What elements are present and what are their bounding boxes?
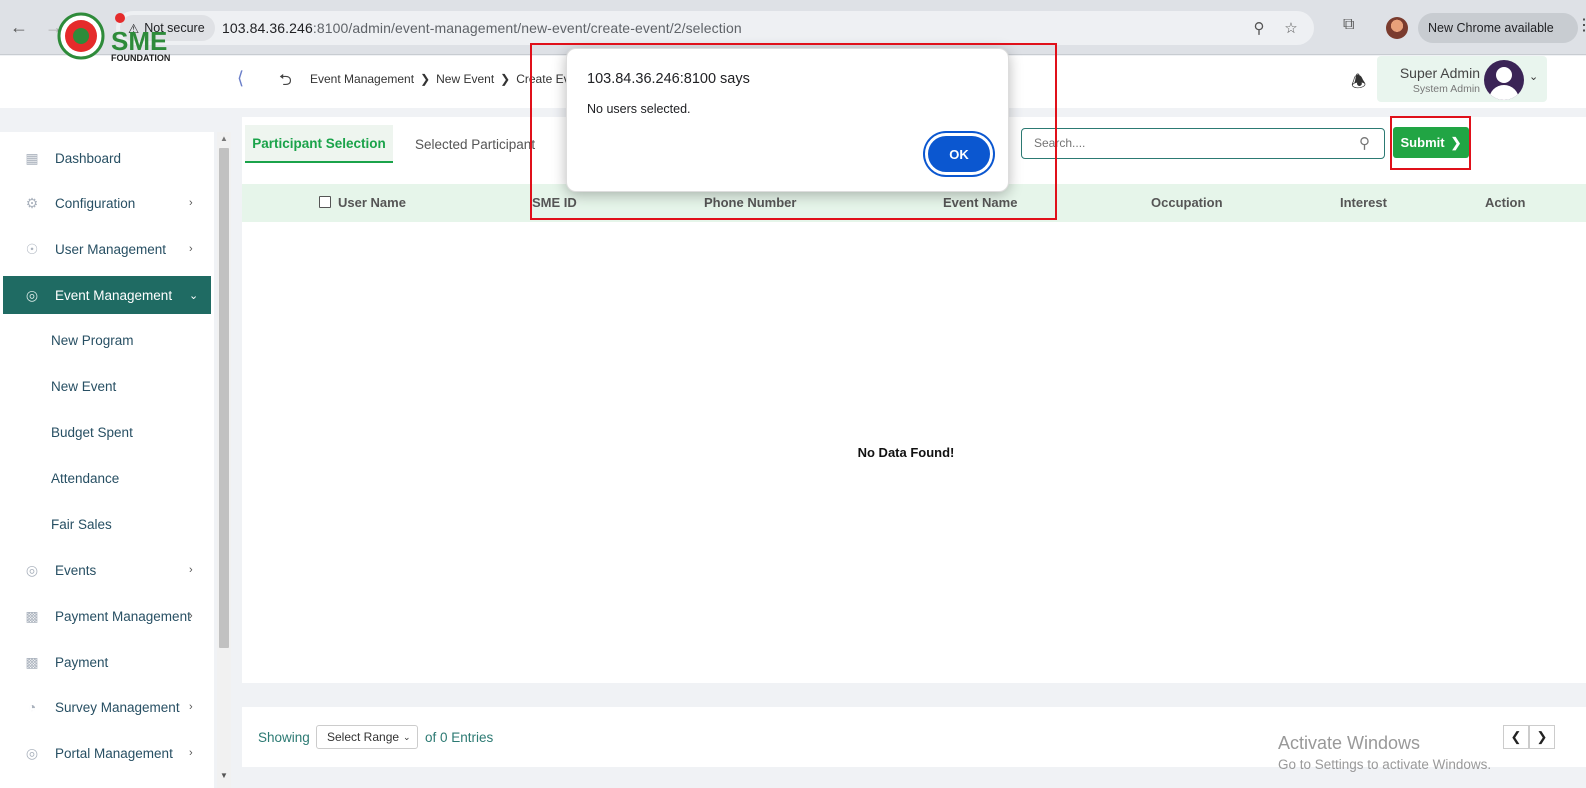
sidebar-scrollbar[interactable]: ▲ ▼ (217, 132, 231, 788)
back-icon[interactable]: ← (6, 14, 32, 40)
chevron-right-icon: › (189, 564, 193, 576)
chevron-left-icon: ❮ (1510, 729, 1522, 744)
sidebar-item-label: Payment (55, 654, 109, 670)
sidebar-item-label: Survey Management (55, 699, 180, 715)
sidebar-item-events[interactable]: ◎ Events › (3, 551, 211, 589)
chevron-right-icon: › (189, 243, 193, 255)
column-header-occupation[interactable]: Occupation (1151, 195, 1223, 210)
column-header-action[interactable]: Action (1485, 195, 1525, 210)
user-name: Super Admin (1399, 65, 1480, 81)
scroll-down-icon[interactable]: ▼ (220, 771, 228, 780)
address-bar[interactable]: ⚠ Not secure 103.84.36.246:8100/admin/ev… (116, 11, 1314, 45)
column-header-interest[interactable]: Interest (1340, 195, 1387, 210)
empty-state-message: No Data Found! (857, 445, 955, 460)
sidebar-subitem-new-event[interactable]: New Event (51, 379, 116, 394)
sidebar-item-configuration[interactable]: ⚙ Configuration › (3, 184, 211, 222)
chevron-right-icon: › (189, 197, 193, 209)
lock-circle-icon: ◎ (25, 561, 39, 578)
user-menu[interactable]: Super Admin System Admin ⌄ (1377, 56, 1547, 102)
search-input[interactable] (1032, 135, 1332, 151)
config-icon: ⚙ (25, 194, 39, 211)
column-header-user-name[interactable]: User Name (338, 195, 406, 210)
entries-count: of 0 Entries (425, 730, 494, 745)
sidebar-item-label: Dashboard (55, 150, 122, 166)
money-icon: ▩ (25, 607, 39, 624)
next-page-button[interactable]: ❯ (1529, 725, 1555, 749)
chevron-down-icon: ⌄ (403, 731, 411, 742)
grid-icon: ▦ (25, 149, 39, 166)
pie-icon: ◔ (27, 699, 37, 715)
menu-icon[interactable]: ⋮ (1576, 18, 1586, 34)
sidebar: ▦ Dashboard ⚙ Configuration › ☉ User Man… (0, 132, 214, 788)
bell-icon[interactable]: 🕭 (1351, 69, 1366, 98)
lock-circle-icon: ◎ (25, 286, 39, 303)
money-icon: ▩ (25, 653, 39, 670)
scroll-thumb[interactable] (219, 148, 229, 648)
sidebar-item-payment-management[interactable]: ▩ Payment Management › (3, 597, 211, 635)
sidebar-item-user-management[interactable]: ☉ User Management › (3, 230, 211, 268)
sidebar-subitem-fair-sales[interactable]: Fair Sales (51, 517, 112, 532)
url-path: :8100/admin/event-management/new-event/c… (312, 20, 742, 36)
sme-foundation-logo: SME FOUNDATION (57, 12, 170, 63)
logo-text: SME (111, 26, 167, 56)
sidebar-item-label: Events (55, 562, 97, 578)
avatar (1484, 60, 1524, 100)
sidebar-item-label: User Management (55, 241, 167, 257)
range-select-value: Select Range (327, 730, 400, 744)
extensions-icon[interactable]: ⧉ (1343, 16, 1354, 34)
sidebar-item-label: Event Management (55, 287, 173, 303)
chevron-right-icon: ❯ (500, 72, 511, 86)
breadcrumb-item[interactable]: New Event (436, 72, 494, 86)
undo-back-icon[interactable]: ⮌ (279, 69, 292, 96)
update-label: New Chrome available (1428, 21, 1554, 35)
previous-page-button[interactable]: ❮ (1503, 725, 1529, 749)
search-box[interactable]: ⚲ (1021, 128, 1385, 159)
url-host: 103.84.36.246 (222, 20, 313, 36)
sidebar-item-dashboard[interactable]: ▦ Dashboard (3, 139, 211, 177)
tab-participant-selection[interactable]: Participant Selection (245, 125, 393, 163)
lock-circle-icon: ◎ (25, 744, 39, 761)
scroll-up-icon[interactable]: ▲ (220, 134, 228, 143)
user-role: System Admin (1412, 83, 1480, 95)
logo-subtext: FOUNDATION (111, 53, 170, 63)
annotation-highlight-submit (1390, 116, 1471, 170)
collapse-sidebar-icon[interactable]: ⟨ (237, 68, 244, 89)
sidebar-item-label: Payment Management (55, 608, 191, 624)
chevron-right-icon: ❯ (420, 72, 431, 86)
user-shield-icon: ☉ (25, 240, 39, 257)
search-icon[interactable]: ⚲ (1359, 134, 1370, 152)
url-text[interactable]: 103.84.36.246:8100/admin/event-managemen… (222, 20, 742, 36)
sidebar-subitem-new-program[interactable]: New Program (51, 333, 134, 348)
sidebar-item-event-management[interactable]: ◎ Event Management ⌄ (3, 276, 211, 314)
sidebar-item-survey-management[interactable]: ◔ Survey Management › (3, 688, 211, 726)
chevron-right-icon: › (189, 701, 193, 713)
windows-activation-subtitle: Go to Settings to activate Windows. (1278, 757, 1492, 772)
sidebar-item-portal-management[interactable]: ◎ Portal Management › (3, 734, 211, 772)
chevron-down-icon: ⌄ (189, 289, 199, 302)
range-select[interactable]: Select Range ⌄ (316, 725, 418, 749)
chevron-down-icon: ⌄ (1529, 71, 1539, 83)
chevron-right-icon: › (189, 747, 193, 759)
sidebar-subitem-attendance[interactable]: Attendance (51, 471, 119, 486)
showing-label: Showing (258, 730, 310, 745)
star-icon[interactable]: ☆ (1282, 19, 1300, 37)
tab-selected-participant[interactable]: Selected Participant (415, 125, 535, 163)
profile-avatar[interactable] (1386, 17, 1408, 39)
sidebar-item-payment[interactable]: ▩ Payment (3, 643, 211, 681)
sidebar-item-label: Configuration (55, 195, 136, 211)
sidebar-subitem-budget-spent[interactable]: Budget Spent (51, 425, 133, 440)
chevron-right-icon: ❯ (1536, 729, 1548, 744)
windows-activation-title: Activate Windows (1278, 733, 1421, 753)
sidebar-item-label: Portal Management (55, 745, 173, 761)
chevron-right-icon: › (189, 610, 193, 622)
zoom-icon[interactable]: ⚲ (1250, 19, 1268, 37)
select-all-checkbox[interactable] (319, 196, 331, 208)
annotation-highlight-dialog (530, 43, 1057, 220)
update-chrome-button[interactable]: New Chrome available (1418, 13, 1578, 43)
breadcrumb-item[interactable]: Event Management (310, 72, 414, 86)
